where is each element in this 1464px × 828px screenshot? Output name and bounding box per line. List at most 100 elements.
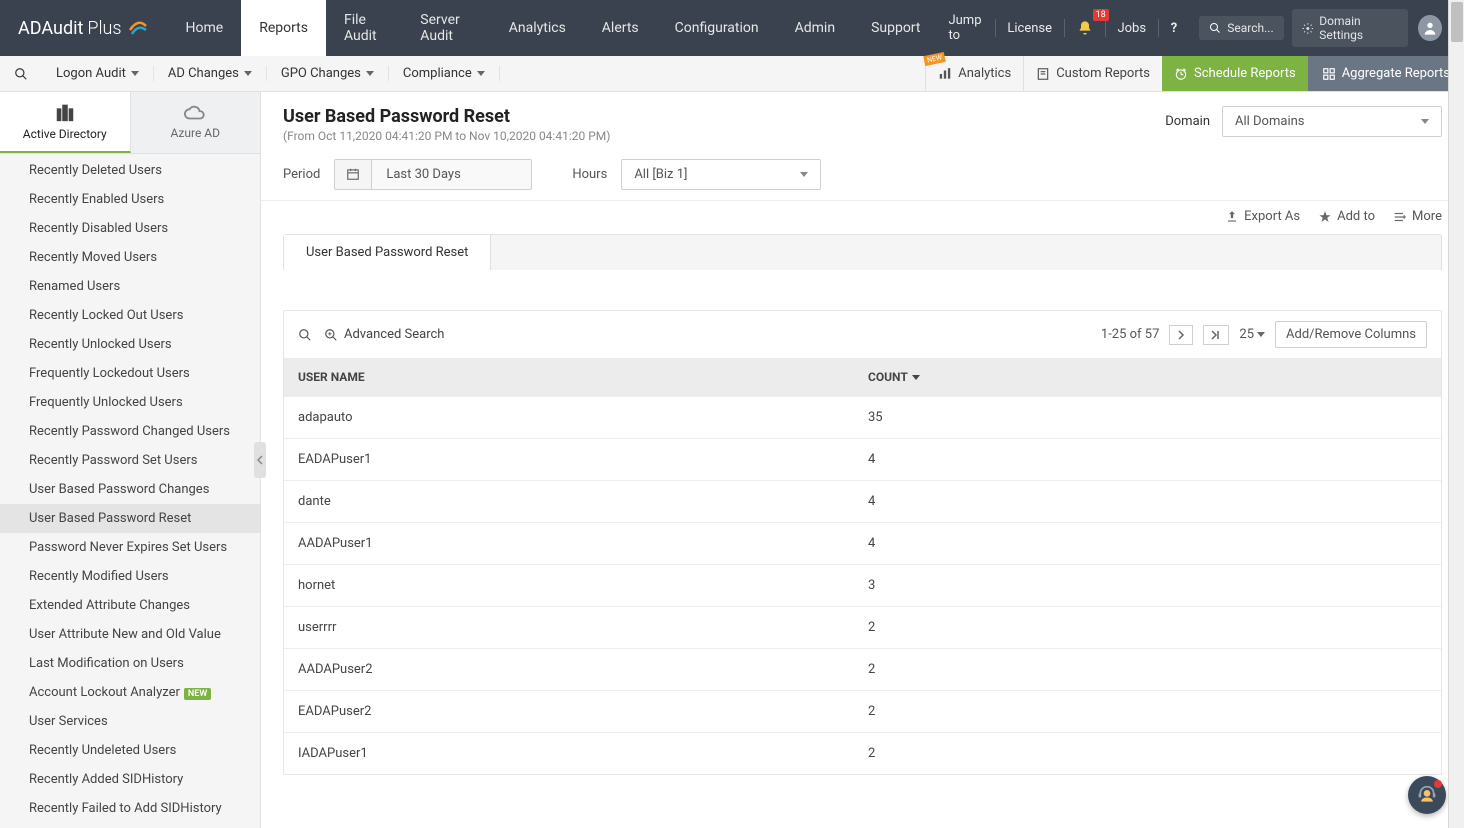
add-to-button[interactable]: Add to bbox=[1318, 209, 1375, 224]
table-row[interactable]: adapauto35 bbox=[284, 396, 1441, 438]
table-row[interactable]: hornet3 bbox=[284, 564, 1441, 606]
table-row[interactable]: EADAPuser22 bbox=[284, 690, 1441, 732]
global-search[interactable]: Search... bbox=[1199, 16, 1283, 40]
cell-count: 2 bbox=[868, 620, 1427, 635]
window-scrollbar[interactable] bbox=[1448, 0, 1464, 828]
jobs-link[interactable]: Jobs bbox=[1107, 13, 1156, 43]
page-size-value: 25 bbox=[1239, 327, 1254, 342]
chevron-down-icon bbox=[800, 172, 808, 177]
tab-active-directory[interactable]: Active Directory bbox=[0, 92, 131, 153]
domain-value: All Domains bbox=[1235, 114, 1305, 129]
aggregate-reports-button[interactable]: Aggregate Reports bbox=[1308, 56, 1464, 91]
sidebar-item[interactable]: Recently Modified Users bbox=[0, 562, 260, 591]
more-button[interactable]: More bbox=[1393, 209, 1442, 224]
sidebar-item[interactable]: User Based Password Reset bbox=[0, 504, 260, 533]
calendar-button[interactable] bbox=[334, 159, 372, 190]
license-link[interactable]: License bbox=[997, 13, 1062, 43]
col-count-label: COUNT bbox=[868, 370, 908, 384]
sidebar-item[interactable]: Last Modification on Users bbox=[0, 649, 260, 678]
sidebar-item[interactable]: Recently Failed to Add SIDHistory bbox=[0, 794, 260, 823]
scrollbar-thumb[interactable] bbox=[1451, 2, 1463, 42]
nav-analytics[interactable]: Analytics bbox=[491, 0, 584, 56]
nav-file-audit[interactable]: File Audit bbox=[326, 0, 402, 56]
more-label: More bbox=[1412, 209, 1442, 224]
subnav-logon-audit[interactable]: Logon Audit bbox=[42, 66, 154, 81]
notifications-bell[interactable]: 18 bbox=[1067, 13, 1103, 43]
help-link[interactable]: ? bbox=[1161, 13, 1187, 43]
cell-username: IADAPuser1 bbox=[298, 746, 868, 761]
analytics-button[interactable]: NEW Analytics bbox=[925, 56, 1023, 91]
hours-label: Hours bbox=[572, 167, 607, 182]
hours-value: All [Biz 1] bbox=[634, 167, 687, 182]
period-value[interactable]: Last 30 Days bbox=[372, 159, 532, 190]
subnav-search-button[interactable] bbox=[0, 67, 42, 81]
sidebar-item[interactable]: Recently Deleted Users bbox=[0, 156, 260, 185]
export-as-button[interactable]: Export As bbox=[1225, 209, 1300, 224]
schedule-reports-button[interactable]: Schedule Reports bbox=[1162, 56, 1308, 91]
nav-configuration[interactable]: Configuration bbox=[657, 0, 777, 56]
top-header: ADAudit Plus HomeReportsFile AuditServer… bbox=[0, 0, 1464, 56]
chevron-down-icon bbox=[244, 71, 252, 76]
table-row[interactable]: dante4 bbox=[284, 480, 1441, 522]
sidebar-item[interactable]: Extended Attribute Changes bbox=[0, 591, 260, 620]
domain-settings-button[interactable]: Domain Settings bbox=[1292, 9, 1409, 47]
table-row[interactable]: userrrr2 bbox=[284, 606, 1441, 648]
nav-server-audit[interactable]: Server Audit bbox=[402, 0, 490, 56]
nav-home[interactable]: Home bbox=[168, 0, 242, 56]
sidebar-item[interactable]: Renamed Users bbox=[0, 272, 260, 301]
jump-to-link[interactable]: Jump to bbox=[938, 13, 992, 43]
sidebar-item[interactable]: Frequently Unlocked Users bbox=[0, 388, 260, 417]
nav-support[interactable]: Support bbox=[853, 0, 938, 56]
domain-select[interactable]: All Domains bbox=[1222, 106, 1442, 137]
sidebar-item[interactable]: Recently Password Set Users bbox=[0, 446, 260, 475]
content-tab-active[interactable]: User Based Password Reset bbox=[284, 235, 491, 270]
sidebar-item[interactable]: User Attribute New and Old Value bbox=[0, 620, 260, 649]
nav-alerts[interactable]: Alerts bbox=[584, 0, 657, 56]
chat-support-button[interactable] bbox=[1408, 776, 1446, 814]
user-avatar[interactable] bbox=[1418, 15, 1442, 41]
sidebar-item[interactable]: Recently Moved Users bbox=[0, 243, 260, 272]
sidebar-list[interactable]: Recently Deleted UsersRecently Enabled U… bbox=[0, 154, 260, 828]
subnav-gpo-changes[interactable]: GPO Changes bbox=[267, 66, 389, 81]
page-next-button[interactable] bbox=[1169, 325, 1193, 345]
advanced-search-button[interactable]: Advanced Search bbox=[324, 327, 444, 342]
sort-desc-icon bbox=[912, 375, 920, 380]
sidebar-item[interactable]: User Services bbox=[0, 707, 260, 736]
sidebar-item[interactable]: Password Never Expires Set Users bbox=[0, 533, 260, 562]
sidebar-collapse-handle[interactable] bbox=[254, 442, 266, 478]
table-row[interactable]: AADAPuser22 bbox=[284, 648, 1441, 690]
add-remove-columns-button[interactable]: Add/Remove Columns bbox=[1275, 321, 1427, 348]
sidebar-item[interactable]: Account Lockout AnalyzerNEW bbox=[0, 678, 260, 707]
sidebar-item[interactable]: Recently Undeleted Users bbox=[0, 736, 260, 765]
subnav-right: NEW Analytics Custom Reports Schedule Re… bbox=[925, 56, 1464, 91]
tab-azure-ad[interactable]: Azure AD bbox=[131, 92, 261, 153]
table-row[interactable]: AADAPuser14 bbox=[284, 522, 1441, 564]
sidebar-item[interactable]: Recently Disabled Users bbox=[0, 214, 260, 243]
table-row[interactable]: IADAPuser12 bbox=[284, 732, 1441, 774]
chat-notification-dot bbox=[1434, 780, 1442, 788]
col-header-count[interactable]: COUNT bbox=[868, 370, 1427, 384]
subnav-ad-changes[interactable]: AD Changes bbox=[154, 66, 267, 81]
cell-count: 35 bbox=[868, 410, 1427, 425]
sidebar-item[interactable]: Recently Locked Out Users bbox=[0, 301, 260, 330]
table-row[interactable]: EADAPuser14 bbox=[284, 438, 1441, 480]
sidebar-item[interactable]: Recently Enabled Users bbox=[0, 185, 260, 214]
custom-reports-button[interactable]: Custom Reports bbox=[1023, 56, 1162, 91]
subnav-compliance[interactable]: Compliance bbox=[389, 66, 500, 81]
col-header-username[interactable]: USER NAME bbox=[298, 370, 868, 384]
cell-count: 2 bbox=[868, 662, 1427, 677]
table-search-button[interactable] bbox=[298, 328, 312, 342]
nav-reports[interactable]: Reports bbox=[241, 0, 326, 56]
sidebar-item[interactable]: User Based Password Changes bbox=[0, 475, 260, 504]
sidebar-item[interactable]: Recently Password Changed Users bbox=[0, 417, 260, 446]
aggregate-reports-label: Aggregate Reports bbox=[1342, 66, 1450, 81]
advanced-search-label: Advanced Search bbox=[344, 327, 444, 342]
page-last-button[interactable] bbox=[1203, 325, 1229, 345]
sidebar-item[interactable]: Recently Added SIDHistory bbox=[0, 765, 260, 794]
sidebar-item[interactable]: Frequently Lockedout Users bbox=[0, 359, 260, 388]
hours-select[interactable]: All [Biz 1] bbox=[621, 159, 821, 190]
page-size-select[interactable]: 25 bbox=[1239, 327, 1265, 342]
sidebar-item[interactable]: Recently Unlocked Users bbox=[0, 330, 260, 359]
nav-admin[interactable]: Admin bbox=[777, 0, 853, 56]
sub-nav: Logon AuditAD ChangesGPO ChangesComplian… bbox=[0, 56, 1464, 92]
